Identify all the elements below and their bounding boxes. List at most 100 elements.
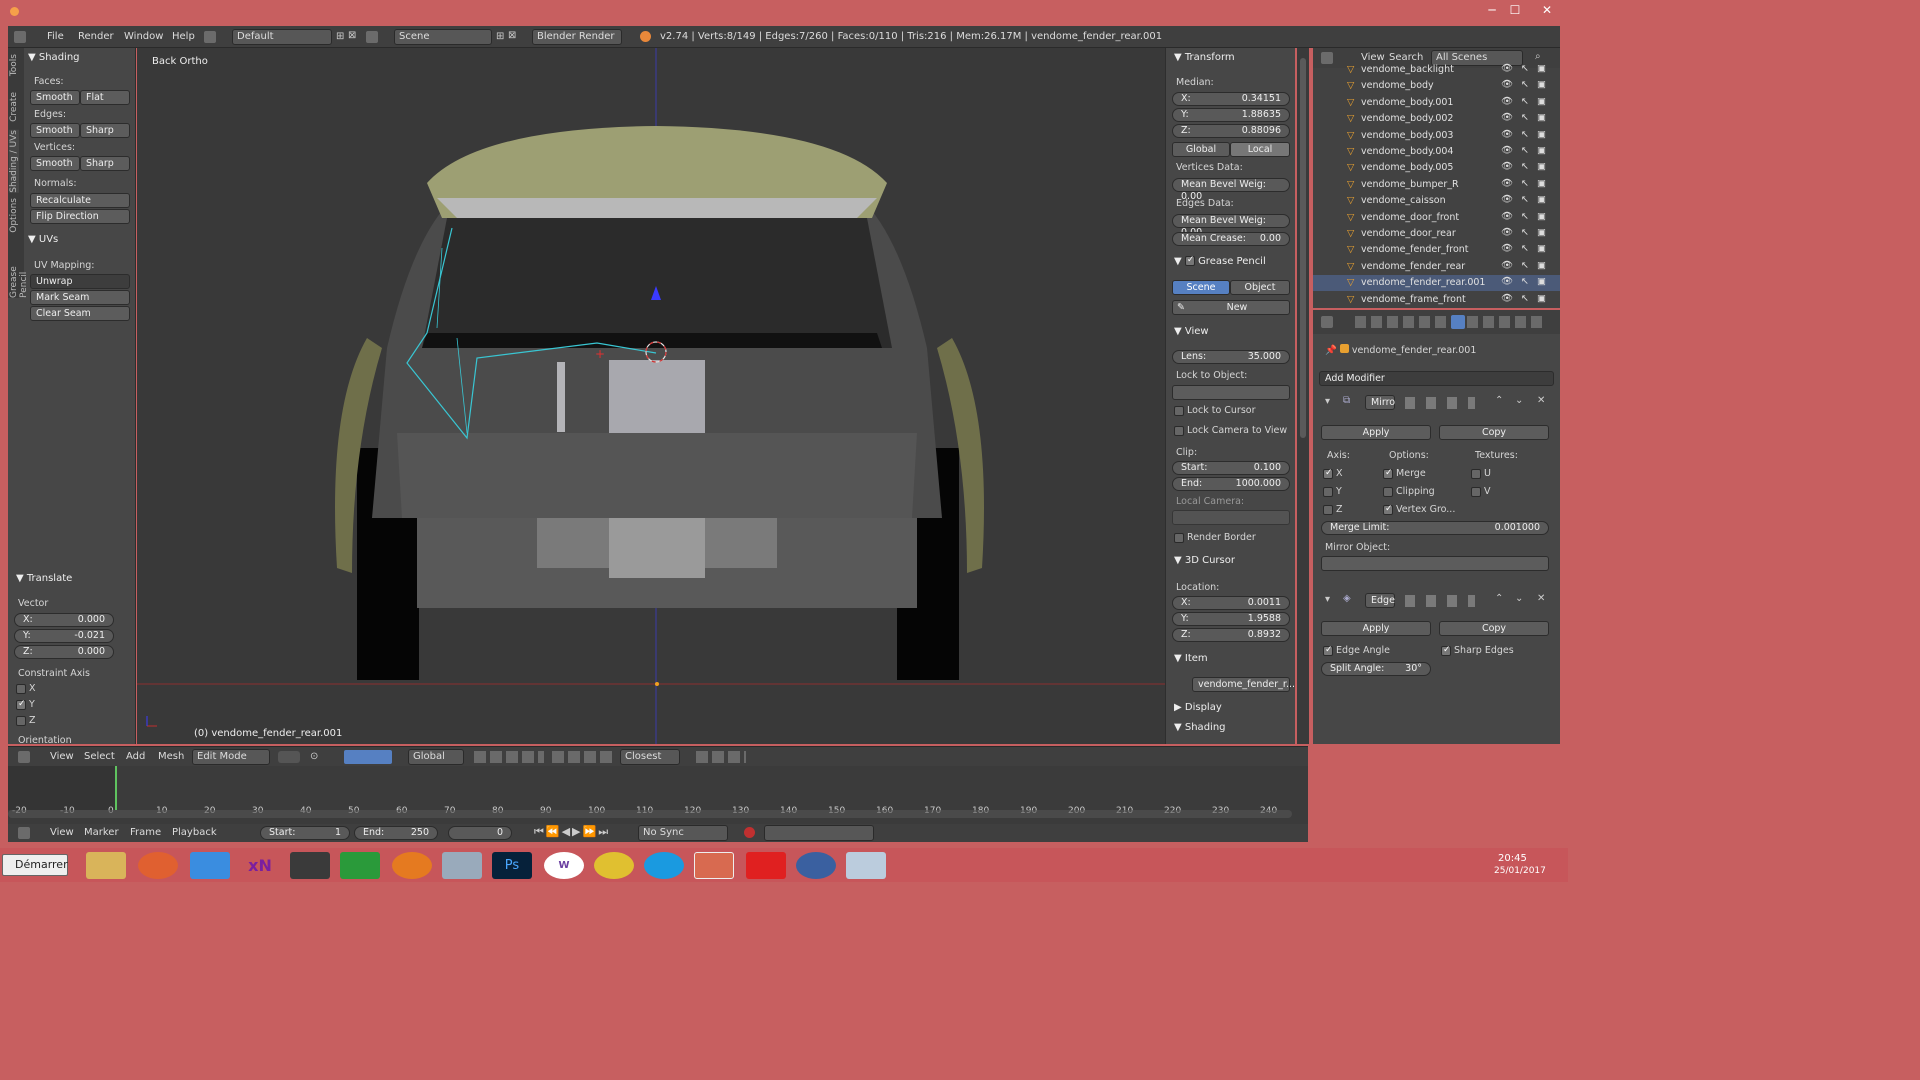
outliner-item[interactable]: ▽ vendome_body.005 👁 ↖ ▣ — [1313, 160, 1560, 176]
properties-editor-icon[interactable] — [1321, 316, 1333, 328]
tool-icon[interactable] — [846, 852, 886, 879]
outliner-item[interactable]: ▽ vendome_bumper_R 👁 ↖ ▣ — [1313, 177, 1560, 193]
lock-object-field[interactable] — [1172, 385, 1290, 400]
tab-grease-pencil[interactable]: Grease Pencil — [9, 240, 29, 298]
visibility-icon[interactable]: 👁 — [1501, 211, 1513, 222]
modifier-tab-icon[interactable] — [1451, 315, 1465, 329]
constraint-x-checkbox[interactable]: X — [16, 683, 36, 694]
info-editor-icon[interactable] — [14, 31, 26, 43]
constraint-z-checkbox[interactable]: Z — [16, 715, 36, 726]
manipulator-toggles[interactable] — [344, 750, 392, 764]
add-menu[interactable]: Add — [126, 751, 145, 762]
visibility-icon[interactable]: 👁 — [1501, 63, 1513, 74]
median-y-field[interactable]: Y: 1.88635 — [1172, 108, 1290, 122]
3d-viewport[interactable]: Back Ortho + (0) vendome_fender_rear.001 — [137, 48, 1165, 744]
lens-field[interactable]: Lens: 35.000 — [1172, 350, 1290, 364]
render-border-checkbox[interactable]: Render Border — [1174, 532, 1256, 543]
vertex-bevel-weight-field[interactable]: Mean Bevel Weig: 0.00 — [1172, 178, 1290, 202]
select-icon[interactable]: ↖ — [1521, 145, 1529, 156]
calc-icon[interactable] — [340, 852, 380, 879]
outliner-search-icon[interactable]: ⌕ — [1535, 51, 1541, 62]
vertices-smooth-button[interactable]: Smooth — [30, 156, 80, 171]
outliner-item[interactable]: ▽ vendome_door_rear 👁 ↖ ▣ — [1313, 226, 1560, 242]
transform-orientation-select[interactable]: Global — [408, 749, 464, 765]
edge-apply-button[interactable]: Apply — [1321, 621, 1431, 636]
vertex-groups-checkbox[interactable]: Vertex Gro... — [1383, 504, 1455, 515]
render-icon[interactable]: ▣ — [1537, 211, 1546, 222]
visibility-icon[interactable]: 👁 — [1501, 227, 1513, 238]
tab-options[interactable]: Options — [9, 198, 19, 233]
timeline-view-menu[interactable]: View — [50, 827, 74, 838]
select-icon[interactable]: ↖ — [1521, 194, 1529, 205]
viewport-shading-select[interactable] — [278, 751, 300, 763]
move-down-icon[interactable]: ⌄ — [1515, 395, 1523, 406]
select-icon[interactable]: ↖ — [1521, 161, 1529, 172]
translate-panel-header[interactable]: ▼ Translate — [16, 573, 132, 584]
merge-checkbox[interactable]: Merge — [1383, 468, 1426, 479]
local-camera-field[interactable] — [1172, 510, 1290, 525]
vector-x-field[interactable]: X: 0.000 — [14, 613, 114, 627]
firefox-icon[interactable] — [392, 852, 432, 879]
select-icon[interactable]: ↖ — [1521, 276, 1529, 287]
add-modifier-menu[interactable]: Add Modifier — [1319, 371, 1554, 386]
item-panel-header[interactable]: ▼ Item — [1174, 653, 1208, 664]
minimize-button[interactable]: ─ — [1481, 2, 1503, 18]
outliner-item[interactable]: ▽ vendome_body.002 👁 ↖ ▣ — [1313, 111, 1560, 127]
select-icon[interactable]: ↖ — [1521, 243, 1529, 254]
faces-flat-button[interactable]: Flat — [80, 90, 130, 105]
outliner-item[interactable]: ▽ vendome_fender_front 👁 ↖ ▣ — [1313, 242, 1560, 258]
clip-start-field[interactable]: Start: 0.100 — [1172, 461, 1290, 475]
select-menu[interactable]: Select — [84, 751, 115, 762]
lock-to-cursor-checkbox[interactable]: Lock to Cursor — [1174, 405, 1256, 416]
median-z-field[interactable]: Z: 0.88096 — [1172, 124, 1290, 138]
texture-v-checkbox[interactable]: V — [1471, 486, 1491, 497]
recalculate-button[interactable]: Recalculate — [30, 193, 130, 208]
menu-render[interactable]: Render — [78, 31, 114, 42]
view-menu[interactable]: View — [50, 751, 74, 762]
render-icon[interactable]: ▣ — [1537, 79, 1546, 90]
marker-menu[interactable]: Marker — [84, 827, 119, 838]
edge-angle-checkbox[interactable]: Edge Angle — [1323, 645, 1390, 656]
outliner-item[interactable]: ▽ vendome_body.001 👁 ↖ ▣ — [1313, 95, 1560, 111]
axis-z-checkbox[interactable]: Z — [1323, 504, 1343, 515]
render-icon[interactable]: ▣ — [1537, 96, 1546, 107]
outliner-item[interactable]: ▽ vendome_frame_front 👁 ↖ ▣ — [1313, 292, 1560, 308]
uvs-panel-header[interactable]: ▼ UVs — [28, 234, 134, 245]
render-icon[interactable]: ▣ — [1537, 112, 1546, 123]
gp-object-toggle[interactable]: Object — [1230, 280, 1290, 295]
remove-layout-icon[interactable]: ⊠ — [348, 30, 356, 41]
sync-mode-select[interactable]: No Sync — [638, 825, 728, 841]
layer-buttons[interactable] — [474, 751, 544, 763]
layout-select[interactable]: Default — [232, 29, 332, 45]
visibility-icon[interactable]: 👁 — [1501, 293, 1513, 304]
texture-u-checkbox[interactable]: U — [1471, 468, 1491, 479]
median-x-field[interactable]: X: 0.34151 — [1172, 92, 1290, 106]
move-up-icon[interactable]: ⌃ — [1495, 395, 1503, 406]
gp-new-button[interactable]: ✎ New — [1172, 300, 1290, 315]
outliner-item[interactable]: ▽ vendome_body 👁 ↖ ▣ — [1313, 78, 1560, 94]
timeline-editor-icon[interactable] — [18, 827, 30, 839]
edges-sharp-button[interactable]: Sharp — [80, 123, 130, 138]
sharp-edges-checkbox[interactable]: Sharp Edges — [1441, 645, 1514, 656]
select-icon[interactable]: ↖ — [1521, 129, 1529, 140]
mode-select[interactable]: Edit Mode — [192, 749, 270, 765]
remove-modifier-icon[interactable]: ✕ — [1537, 395, 1545, 406]
render-icon[interactable]: ▣ — [1537, 63, 1546, 74]
end-frame-field[interactable]: End: 250 — [354, 826, 438, 840]
visibility-icon[interactable]: 👁 — [1501, 112, 1513, 123]
remove-scene-icon[interactable]: ⊠ — [508, 30, 516, 41]
render-icon[interactable]: ▣ — [1537, 276, 1546, 287]
render-icon[interactable]: ▣ — [1537, 129, 1546, 140]
flip-direction-button[interactable]: Flip Direction — [30, 209, 130, 224]
move-down-icon[interactable]: ⌄ — [1515, 593, 1523, 604]
visibility-icon[interactable]: 👁 — [1501, 79, 1513, 90]
visibility-icon[interactable]: 👁 — [1501, 161, 1513, 172]
add-layout-icon[interactable]: ⊞ — [336, 31, 344, 42]
render-engine-select[interactable]: Blender Render — [532, 29, 622, 45]
render-icon[interactable]: ▣ — [1537, 178, 1546, 189]
menu-help[interactable]: Help — [172, 31, 195, 42]
photoshop-icon[interactable]: Ps — [492, 852, 532, 879]
collapse-icon[interactable]: ▾ — [1325, 396, 1330, 407]
clip-end-field[interactable]: End: 1000.000 — [1172, 477, 1290, 491]
timeline[interactable]: -20-100102030405060708090100110120130140… — [8, 766, 1308, 824]
